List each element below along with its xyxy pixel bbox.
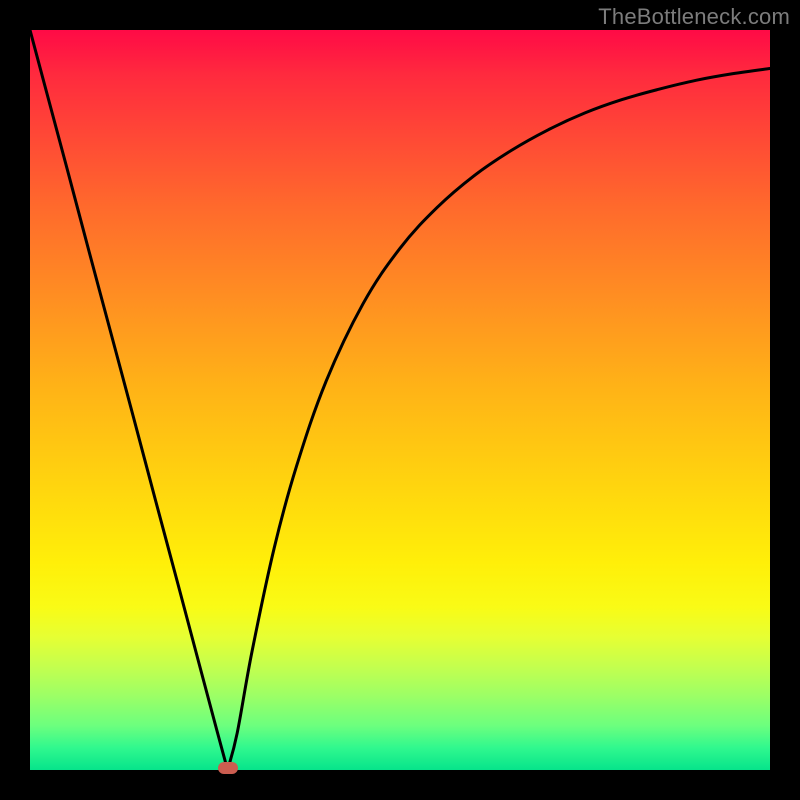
watermark-text: TheBottleneck.com bbox=[598, 4, 790, 30]
chart-frame: TheBottleneck.com bbox=[0, 0, 800, 800]
bottleneck-curve bbox=[30, 30, 770, 770]
optimal-marker bbox=[218, 762, 238, 774]
plot-area bbox=[30, 30, 770, 770]
